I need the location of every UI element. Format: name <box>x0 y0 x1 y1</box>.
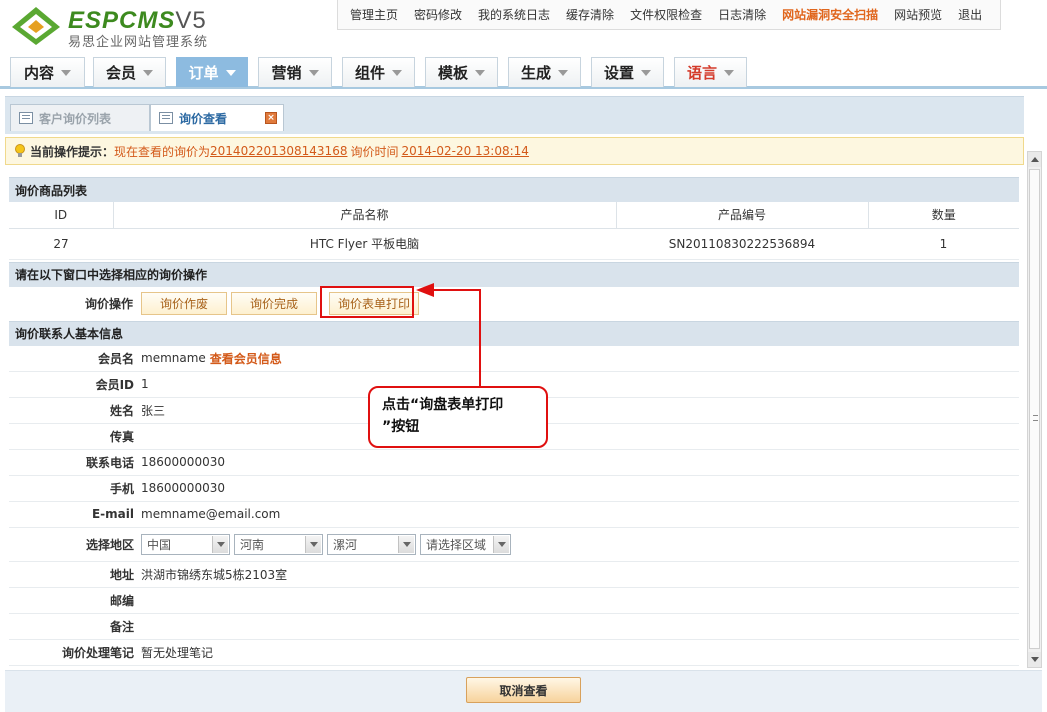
logo: ESPCMSV5 易思企业网站管理系统 <box>10 5 230 50</box>
chevron-down-icon <box>398 535 414 553</box>
operation-label: 询价操作 <box>84 297 133 311</box>
product-list-heading: 询价商品列表 <box>9 177 1019 202</box>
annotation-callout: 点击“询盘表单打印 ”按钮 <box>368 386 548 448</box>
logo-mark-icon <box>12 7 60 45</box>
scroll-thumb[interactable] <box>1029 169 1040 649</box>
field-region: 选择地区 中国 河南 漯河 请选择区域 <box>9 527 1019 562</box>
inquiry-id-link[interactable]: 201402201308143168 <box>210 144 347 158</box>
column-header: 产品名称 <box>113 202 617 229</box>
nav-tab-order[interactable]: 订单 <box>176 57 248 87</box>
window-icon <box>19 112 33 124</box>
product-table: ID 产品名称 产品编号 数量 27 HTC Flyer 平板电脑 SN2011… <box>9 202 1019 260</box>
contact-heading: 询价联系人基本信息 <box>9 320 1019 346</box>
tip-time-text: 询价时间 <box>350 144 399 159</box>
chevron-down-icon <box>143 69 153 76</box>
view-member-link[interactable]: 查看会员信息 <box>210 350 282 367</box>
sub-tabs: 客户询价列表 询价查看 × <box>5 96 1024 134</box>
field-note: 询价处理笔记 暂无处理笔记 <box>9 639 1019 666</box>
tab-inquiry-view[interactable]: 询价查看 × <box>150 104 284 131</box>
nav-tab-generate[interactable]: 生成 <box>508 57 581 87</box>
column-header: 数量 <box>868 202 1019 229</box>
top-menu-item[interactable]: 文件权限检查 <box>630 6 702 23</box>
chevron-down-icon <box>558 69 568 76</box>
district-select[interactable]: 请选择区域 <box>420 533 511 555</box>
field-remark: 备注 <box>9 613 1019 640</box>
field-phone: 联系电话 18600000030 <box>9 449 1019 476</box>
nav-tab-member[interactable]: 会员 <box>93 57 166 87</box>
table-cell: SN20110830222536894 <box>616 228 868 260</box>
table-cell: HTC Flyer 平板电脑 <box>113 228 616 260</box>
operation-heading: 请在以下窗口中选择相应的询价操作 <box>9 261 1019 287</box>
tip-label: 当前操作提示： <box>30 144 115 159</box>
nav-tab-component[interactable]: 组件 <box>342 57 415 87</box>
chevron-down-icon <box>225 69 236 76</box>
table-header: ID 产品名称 产品编号 数量 <box>9 202 1019 229</box>
highlight-box <box>320 286 414 318</box>
top-menu-item-logout[interactable]: 退出 <box>958 6 982 23</box>
app: ESPCMSV5 易思企业网站管理系统 管理主页 密码修改 我的系统日志 缓存清… <box>0 0 1047 712</box>
nav-tab-language[interactable]: 语言 <box>674 57 747 87</box>
column-header: ID <box>9 202 114 229</box>
chevron-down-icon <box>212 535 228 553</box>
top-menu-item[interactable]: 我的系统日志 <box>478 6 550 23</box>
field-mobile: 手机 18600000030 <box>9 475 1019 502</box>
field-member-name: 会员名 memname 查看会员信息 <box>9 345 1019 372</box>
field-email: E-mail memname@email.com <box>9 501 1019 528</box>
close-icon[interactable]: × <box>265 112 277 124</box>
chevron-down-icon <box>305 535 321 553</box>
table-row: 27 HTC Flyer 平板电脑 SN20110830222536894 1 <box>9 228 1019 260</box>
nav-tab-settings[interactable]: 设置 <box>591 57 664 87</box>
complete-inquiry-button[interactable]: 询价完成 <box>231 292 318 315</box>
scroll-up-icon[interactable] <box>1028 152 1041 167</box>
window-icon <box>159 112 173 124</box>
chevron-down-icon <box>392 69 402 76</box>
column-header: 产品编号 <box>616 202 869 229</box>
top-menu-item[interactable]: 网站预览 <box>894 6 942 23</box>
chevron-down-icon <box>475 69 485 76</box>
nav-tab-template[interactable]: 模板 <box>425 57 498 87</box>
operation-tip: 当前操作提示： 现在查看的询价为 201402201308143168 询价时间… <box>5 137 1024 165</box>
logo-subtitle: 易思企业网站管理系统 <box>68 35 209 50</box>
chevron-down-icon <box>724 69 734 76</box>
tip-text: 现在查看的询价为 <box>114 144 211 159</box>
top-menu: 管理主页 密码修改 我的系统日志 缓存清除 文件权限检查 日志清除 网站漏洞安全… <box>337 0 1002 30</box>
chevron-down-icon <box>641 69 651 76</box>
nav-tab-content[interactable]: 内容 <box>10 57 85 87</box>
cancel-view-button[interactable]: 取消查看 <box>466 677 581 703</box>
top-menu-item[interactable]: 管理主页 <box>350 6 398 23</box>
vertical-scrollbar[interactable] <box>1027 151 1042 668</box>
top-menu-item-security-scan[interactable]: 网站漏洞安全扫描 <box>782 6 878 23</box>
inquiry-time-link[interactable]: 2014-02-20 13:08:14 <box>401 144 528 158</box>
footer-bar: 取消查看 <box>5 670 1042 712</box>
table-cell: 27 <box>9 228 113 260</box>
lightbulb-icon <box>15 144 25 157</box>
table-cell: 1 <box>868 228 1019 260</box>
nav-tab-marketing[interactable]: 营销 <box>258 57 332 87</box>
chevron-down-icon <box>308 69 319 76</box>
top-menu-item[interactable]: 日志清除 <box>718 6 766 23</box>
chevron-down-icon <box>61 69 71 76</box>
country-select[interactable]: 中国 <box>141 533 230 555</box>
operation-row: 询价操作 询价作废 询价完成 询价表单打印 <box>9 286 1019 321</box>
main-nav: 内容 会员 订单 营销 组件 模板 生成 设置 语言 <box>0 55 1047 89</box>
field-address: 地址 洪湖市锦绣东城5栋2103室 <box>9 561 1019 588</box>
chevron-down-icon <box>493 535 509 553</box>
grip-icon <box>1033 415 1038 421</box>
province-select[interactable]: 河南 <box>234 533 323 555</box>
tab-inquiry-list[interactable]: 客户询价列表 <box>10 104 150 131</box>
void-inquiry-button[interactable]: 询价作废 <box>141 292 228 315</box>
top-menu-item[interactable]: 密码修改 <box>414 6 462 23</box>
city-select[interactable]: 漯河 <box>327 533 416 555</box>
top-menu-item[interactable]: 缓存清除 <box>566 6 614 23</box>
scroll-down-icon[interactable] <box>1028 652 1041 667</box>
field-zip: 邮编 <box>9 587 1019 614</box>
